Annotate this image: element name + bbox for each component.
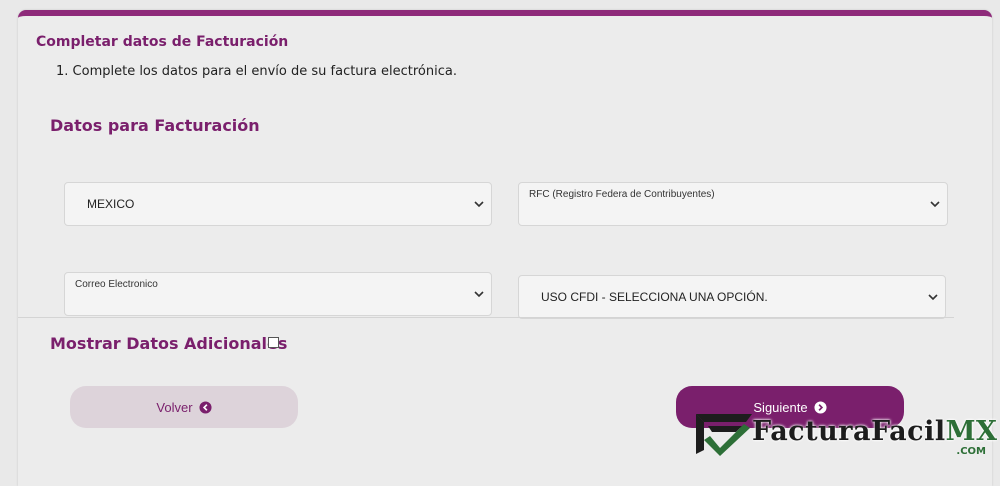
country-select-value: MEXICO	[87, 197, 135, 211]
form-title: Datos para Facturación	[50, 116, 260, 135]
email-label: Correo Electronico	[75, 279, 158, 290]
email-select[interactable]: Correo Electronico	[64, 272, 492, 316]
rfc-label: RFC (Registro Federa de Contribuyentes)	[529, 189, 715, 200]
chevron-down-icon	[928, 294, 938, 301]
brand-name: FacturaFacilMX	[752, 416, 998, 447]
back-button-label: Volver	[156, 399, 193, 415]
extra-data-label: Mostrar Datos Adicionales	[50, 334, 288, 353]
brand-domain: .COM	[956, 446, 986, 457]
section-title: Completar datos de Facturación	[36, 34, 289, 50]
extra-data-checkbox[interactable]	[268, 337, 279, 348]
back-button[interactable]: Volver	[70, 386, 298, 428]
chevron-down-icon	[474, 291, 484, 298]
brand-watermark: FacturaFacilMX .COM	[694, 408, 997, 464]
section-divider	[18, 317, 954, 318]
instruction-text: 1. Complete los datos para el envío de s…	[56, 64, 457, 79]
uso-cfdi-select[interactable]: USO CFDI - SELECCIONA UNA OPCIÓN.	[518, 275, 946, 319]
country-select[interactable]: MEXICO	[64, 182, 492, 226]
chevron-down-icon	[930, 201, 940, 208]
rfc-select[interactable]: RFC (Registro Federa de Contribuyentes)	[518, 182, 948, 226]
facturafacil-logo-icon	[696, 414, 752, 456]
circle-arrow-left-icon	[199, 400, 212, 414]
chevron-down-icon	[474, 201, 484, 208]
uso-cfdi-value: USO CFDI - SELECCIONA UNA OPCIÓN.	[541, 290, 768, 304]
